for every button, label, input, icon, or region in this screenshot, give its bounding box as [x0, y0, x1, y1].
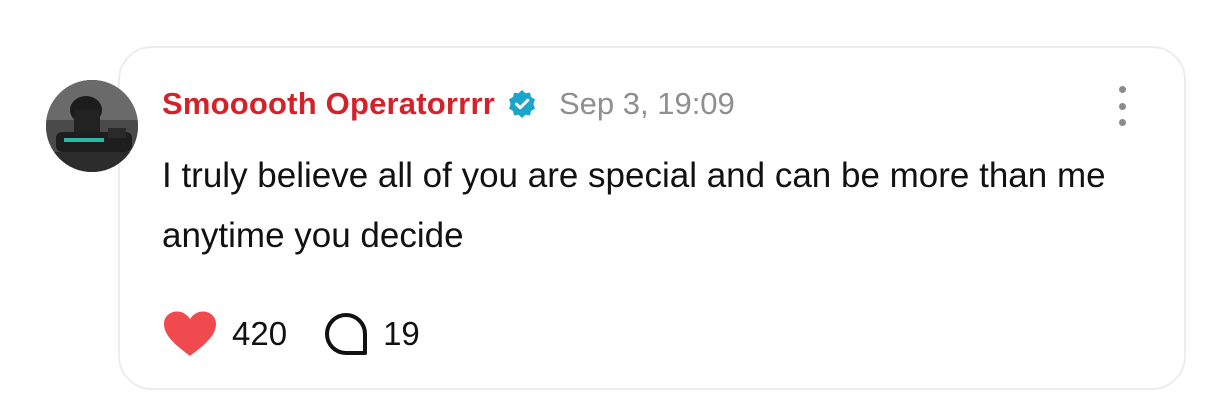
- comment-button[interactable]: [287, 311, 369, 357]
- username[interactable]: Smooooth Operatorrrr: [162, 86, 495, 122]
- more-vertical-icon[interactable]: [1110, 86, 1134, 126]
- heart-icon: [164, 311, 216, 356]
- like-button[interactable]: [162, 310, 218, 358]
- comment-text: I truly believe all of you are special a…: [162, 156, 1106, 255]
- more-dot: [1118, 119, 1126, 126]
- comment-header: Smooooth Operatorrrr Sep 3, 19:09: [162, 84, 735, 124]
- comment-count: 19: [383, 315, 420, 352]
- comment-actions: 420 19: [162, 308, 420, 360]
- avatar[interactable]: [46, 80, 138, 172]
- comment-bubble-icon: [325, 313, 368, 355]
- more-dot: [1118, 102, 1126, 110]
- like-count: 420: [232, 315, 288, 352]
- verified-badge-icon: [507, 89, 537, 119]
- more-dot: [1118, 86, 1126, 93]
- timestamp: Sep 3, 19:09: [558, 86, 735, 121]
